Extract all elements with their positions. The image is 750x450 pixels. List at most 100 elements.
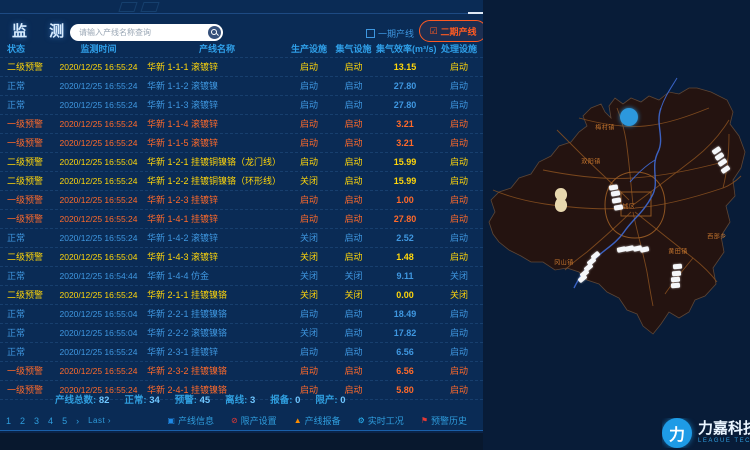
page-button[interactable]: 4 bbox=[48, 416, 53, 426]
status-cell: 一级预警 bbox=[4, 210, 50, 228]
time-cell: 2020/12/25 16:55:24 bbox=[50, 229, 147, 247]
table-row[interactable]: 二级预警2020/12/25 16:55:24华新 2-1-1 挂镀镍铬关闭关闭… bbox=[0, 286, 483, 305]
page-button[interactable]: 2 bbox=[20, 416, 25, 426]
status-cell: 二级预警 bbox=[4, 286, 50, 304]
ban-icon: ⊘ bbox=[231, 417, 238, 425]
column-header: 处理设施 bbox=[434, 42, 484, 55]
table-row[interactable]: 正常2020/12/25 16:55:24华新 2-3-1 挂镀锌启动启动6.5… bbox=[0, 343, 483, 362]
table-row[interactable]: 正常2020/12/25 16:55:24华新 1-1-2 滚镀镍启动启动27.… bbox=[0, 77, 483, 96]
production-facility-cell: 启动 bbox=[287, 58, 331, 76]
line-marker[interactable] bbox=[672, 271, 681, 277]
map-town-label: 冈山镇 bbox=[554, 258, 574, 267]
table-row[interactable]: 正常2020/12/25 16:55:04华新 2-2-2 滚镀镍铬关闭启动17… bbox=[0, 324, 483, 343]
status-cell: 正常 bbox=[4, 229, 50, 247]
toolbar-gauge[interactable]: ⚙实时工况 bbox=[358, 414, 404, 427]
table-row[interactable]: 一级预警2020/12/25 16:55:24华新 1-1-5 滚镀锌启动启动3… bbox=[0, 134, 483, 153]
line-name-cell: 华新 1-2-1 挂镀铜镍铬（龙门线） bbox=[147, 153, 287, 171]
table-row[interactable]: 二级预警2020/12/25 16:55:24华新 1-2-2 挂镀铜镍铬（环形… bbox=[0, 172, 483, 191]
map-town-label: 城区 bbox=[622, 202, 635, 211]
pagination: 12345 › Last › bbox=[0, 416, 111, 426]
status-cell: 正常 bbox=[4, 324, 50, 342]
line-name-cell: 华新 1-2-2 挂镀铜镍铬（环形线） bbox=[147, 172, 287, 190]
district-map bbox=[483, 0, 750, 450]
column-header: 监测时间 bbox=[50, 42, 147, 55]
line-name-cell: 华新 2-1-1 挂镀镍铬 bbox=[147, 286, 287, 304]
phase2-label: 二期产线 bbox=[441, 25, 477, 38]
next-page-button[interactable]: › bbox=[76, 416, 79, 426]
map-town-label: 西部乡 bbox=[707, 232, 727, 241]
gas-collection-cell: 启动 bbox=[331, 343, 376, 361]
table-row[interactable]: 正常2020/12/25 16:55:24华新 1-1-3 滚镀锌启动启动27.… bbox=[0, 96, 483, 115]
line-name-cell: 华新 2-3-2 挂镀镍铬 bbox=[147, 362, 287, 380]
table-row[interactable]: 一级预警2020/12/25 16:55:24华新 1-4-1 挂镀锌启动启动2… bbox=[0, 210, 483, 229]
toolbar-alarm-flag[interactable]: ⚑预警历史 bbox=[421, 414, 467, 427]
table-row[interactable]: 一级预警2020/12/25 16:55:24华新 1-1-4 滚镀锌启动启动3… bbox=[0, 115, 483, 134]
map-highlight-circle[interactable] bbox=[620, 108, 638, 126]
table-row[interactable]: 二级预警2020/12/25 16:55:24华新 1-1-1 滚镀锌启动启动1… bbox=[0, 58, 483, 77]
table-body: 二级预警2020/12/25 16:55:24华新 1-1-1 滚镀锌启动启动1… bbox=[0, 57, 483, 400]
efficiency-cell: 18.49 bbox=[376, 305, 434, 323]
line-name-cell: 华新 1-1-3 滚镀锌 bbox=[147, 96, 287, 114]
toolbar-info-square[interactable]: ▣产线信息 bbox=[167, 414, 214, 427]
line-name-cell: 华新 2-2-2 滚镀镍铬 bbox=[147, 324, 287, 342]
search-input[interactable] bbox=[70, 28, 208, 37]
time-cell: 2020/12/25 16:55:24 bbox=[50, 58, 147, 76]
warning-triangle-icon: ▲ bbox=[294, 417, 302, 425]
table-row[interactable]: 正常2020/12/25 16:55:24华新 1-4-2 滚镀锌关闭启动2.5… bbox=[0, 229, 483, 248]
toolbar-ban[interactable]: ⊘限产设置 bbox=[231, 414, 277, 427]
toolbar-warning-triangle[interactable]: ▲产线报备 bbox=[294, 414, 341, 427]
treatment-cell: 启动 bbox=[434, 77, 484, 95]
last-page-button[interactable]: Last › bbox=[88, 416, 111, 425]
map-town-label: 梅村镇 bbox=[595, 123, 615, 132]
time-cell: 2020/12/25 16:55:24 bbox=[50, 191, 147, 209]
production-facility-cell: 启动 bbox=[287, 343, 331, 361]
treatment-cell: 启动 bbox=[434, 324, 484, 342]
production-facility-cell: 启动 bbox=[287, 96, 331, 114]
treatment-cell: 启动 bbox=[434, 58, 484, 76]
checkbox-checked-icon: ☑ bbox=[429, 27, 437, 36]
gas-collection-cell: 启动 bbox=[331, 324, 376, 342]
time-cell: 2020/12/25 16:55:24 bbox=[50, 210, 147, 228]
table-row[interactable]: 正常2020/12/25 16:55:04华新 2-2-1 挂镀镍铬启动启动18… bbox=[0, 305, 483, 324]
time-cell: 2020/12/25 16:55:04 bbox=[50, 324, 147, 342]
time-cell: 2020/12/25 16:55:24 bbox=[50, 134, 147, 152]
production-facility-cell: 启动 bbox=[287, 77, 331, 95]
line-name-cell: 华新 1-1-5 滚镀锌 bbox=[147, 134, 287, 152]
efficiency-cell: 9.11 bbox=[376, 267, 434, 285]
line-marker[interactable] bbox=[673, 264, 682, 270]
checkbox-unchecked-icon bbox=[366, 29, 375, 38]
summary-item: 产线总数: 82 bbox=[55, 392, 109, 406]
line-name-cell: 华新 1-1-4 滚镀锌 bbox=[147, 115, 287, 133]
production-facility-cell: 启动 bbox=[287, 115, 331, 133]
map-panel[interactable]: 梅村镇双阳镇城区西部乡黄田镇冈山镇 bbox=[483, 0, 750, 450]
gas-collection-cell: 启动 bbox=[331, 362, 376, 380]
phase2-button[interactable]: ☑ 二期产线 bbox=[419, 20, 487, 42]
line-name-cell: 华新 2-3-1 挂镀锌 bbox=[147, 343, 287, 361]
line-marker[interactable] bbox=[671, 283, 680, 289]
efficiency-cell: 27.80 bbox=[376, 96, 434, 114]
titlebar-deco-tabs bbox=[120, 2, 158, 12]
page-button[interactable]: 1 bbox=[6, 416, 11, 426]
gas-collection-cell: 启动 bbox=[331, 58, 376, 76]
table-row[interactable]: 二级预警2020/12/25 16:55:04华新 1-2-1 挂镀铜镍铬（龙门… bbox=[0, 153, 483, 172]
page-button[interactable]: 3 bbox=[34, 416, 39, 426]
map-town-label: 黄田镇 bbox=[668, 247, 688, 256]
treatment-cell: 启动 bbox=[434, 229, 484, 247]
treatment-cell: 启动 bbox=[434, 153, 484, 171]
column-header: 集气设施 bbox=[331, 42, 376, 55]
treatment-cell: 启动 bbox=[434, 191, 484, 209]
page-button[interactable]: 5 bbox=[62, 416, 67, 426]
time-cell: 2020/12/25 16:55:04 bbox=[50, 153, 147, 171]
search-icon[interactable] bbox=[208, 26, 221, 39]
phase1-checkbox[interactable]: 一期产线 bbox=[366, 27, 414, 40]
line-name-cell: 华新 1-4-1 挂镀锌 bbox=[147, 210, 287, 228]
table-row[interactable]: 正常2020/12/25 16:54:44华新 1-4-4 仿金关闭关闭9.11… bbox=[0, 267, 483, 286]
treatment-cell: 关闭 bbox=[434, 286, 484, 304]
table-row[interactable]: 一级预警2020/12/25 16:55:24华新 1-2-3 挂镀锌启动启动1… bbox=[0, 191, 483, 210]
table-row[interactable]: 一级预警2020/12/25 16:55:24华新 2-3-2 挂镀镍铬启动启动… bbox=[0, 362, 483, 381]
time-cell: 2020/12/25 16:55:24 bbox=[50, 96, 147, 114]
line-marker[interactable] bbox=[671, 277, 680, 283]
efficiency-cell: 27.80 bbox=[376, 77, 434, 95]
table-row[interactable]: 二级预警2020/12/25 16:55:04华新 1-4-3 滚镀锌关闭启动1… bbox=[0, 248, 483, 267]
status-cell: 二级预警 bbox=[4, 58, 50, 76]
